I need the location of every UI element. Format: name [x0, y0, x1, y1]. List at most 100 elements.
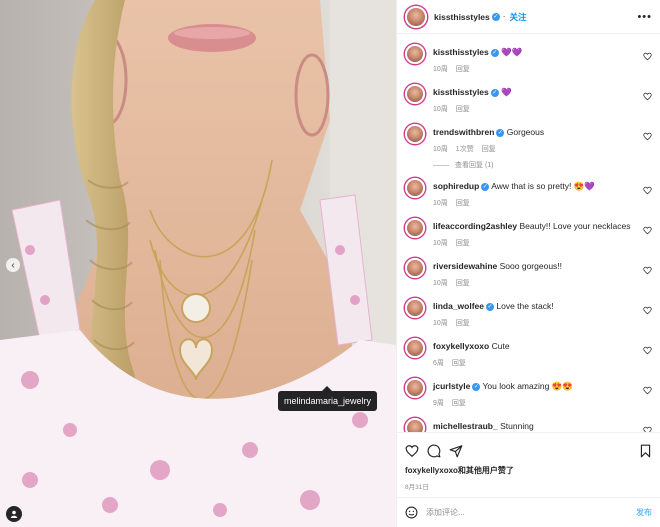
comment-body: kissthisstyles ✓ 💜 10周 回复: [433, 84, 650, 114]
comment-time[interactable]: 9周: [433, 400, 444, 407]
post-actions: foxykellyxoxo和其他用户赞了 8月31日: [397, 432, 660, 497]
bookmark-icon[interactable]: [639, 444, 652, 458]
comment-username[interactable]: michellestraub_: [433, 421, 498, 431]
reply-button[interactable]: 回复: [456, 66, 470, 73]
comment-text: Love the stack!: [496, 301, 554, 311]
comment-text: 💜💜: [501, 47, 523, 57]
comment-username[interactable]: linda_wolfee: [433, 301, 484, 311]
post-comment-button[interactable]: 发布: [636, 507, 652, 518]
comment-username[interactable]: kissthisstyles: [433, 87, 489, 97]
comment-text: Aww that is so pretty! 😍💜: [491, 181, 595, 191]
comment-like-heart-icon[interactable]: [643, 132, 652, 141]
comment-text: Gorgeous: [506, 127, 545, 137]
comment-like-heart-icon[interactable]: [643, 186, 652, 195]
emoji-icon[interactable]: [405, 506, 418, 519]
verified-badge-icon: ✓: [496, 128, 505, 137]
verified-badge-icon: ✓: [490, 48, 499, 57]
comment-text: Stunning: [500, 421, 534, 431]
comment-time[interactable]: 10周: [433, 240, 448, 247]
comment-like-heart-icon[interactable]: [643, 52, 652, 61]
commenter-avatar[interactable]: [405, 378, 425, 398]
more-options-button[interactable]: •••: [637, 11, 652, 23]
comment-item: foxykellyxoxo Cute 6周 回复: [397, 334, 660, 374]
comment-like-heart-icon[interactable]: [643, 92, 652, 101]
comment-like-heart-icon[interactable]: [643, 426, 652, 432]
user-tags-button[interactable]: [6, 506, 22, 522]
reply-button[interactable]: 回复: [456, 106, 470, 113]
comment-item: michellestraub_ Stunning9周回复: [397, 414, 660, 432]
comment-time[interactable]: 10周: [433, 146, 448, 153]
reply-button[interactable]: 回复: [452, 400, 466, 407]
comment-username[interactable]: foxykellyxoxo: [433, 341, 489, 351]
comment-body: riversidewahine Sooo gorgeous!! 10周 回复: [433, 258, 650, 288]
comment-body: kissthisstyles ✓ 💜💜 10周 回复: [433, 44, 650, 74]
follow-button[interactable]: 关注: [509, 11, 526, 23]
view-replies-button[interactable]: 查看回复 (1): [397, 160, 660, 174]
comment-username[interactable]: riversidewahine: [433, 261, 497, 271]
commenter-avatar[interactable]: [405, 338, 425, 358]
comment-body: linda_wolfee ✓ Love the stack! 10周 回复: [433, 298, 650, 328]
comments-list: kissthisstyles ✓ 💜💜 10周 回复 kissthisstyles ✓ 💜…: [397, 34, 660, 432]
comment-username[interactable]: trendswithbren: [433, 127, 494, 137]
commenter-avatar[interactable]: [405, 124, 425, 144]
comment-username[interactable]: kissthisstyles: [433, 47, 489, 57]
verified-badge-icon: ✓: [486, 302, 495, 311]
heart-icon[interactable]: [405, 444, 419, 458]
post-header: kissthisstyles ✓ · 关注 •••: [397, 0, 660, 34]
comment-like-heart-icon[interactable]: [643, 386, 652, 395]
comment-time[interactable]: 6周: [433, 360, 444, 367]
comment-body: foxykellyxoxo Cute 6周 回复: [433, 338, 650, 368]
view-replies-label: 查看回复 (1): [455, 162, 494, 169]
comment-text: Beauty!! Love your necklaces: [519, 221, 631, 231]
reply-button[interactable]: 回复: [482, 146, 496, 153]
commenter-avatar[interactable]: [405, 84, 425, 104]
comment-likes[interactable]: 1次赞: [456, 146, 474, 153]
comment-item: kissthisstyles ✓ 💜💜 10周 回复: [397, 40, 660, 80]
comment-time[interactable]: 10周: [433, 66, 448, 73]
liked-by-text[interactable]: foxykellyxoxo和其他用户赞了: [405, 465, 652, 476]
comment-item: linda_wolfee ✓ Love the stack! 10周 回复: [397, 294, 660, 334]
commenter-avatar[interactable]: [405, 418, 425, 432]
comment-body: lifeaccording2ashley Beauty!! Love your …: [433, 218, 650, 248]
comment-text: You look amazing 😍😍: [482, 381, 573, 391]
reply-button[interactable]: 回复: [456, 280, 470, 287]
comment-time[interactable]: 10周: [433, 106, 448, 113]
reply-button[interactable]: 回复: [456, 240, 470, 247]
comment-time[interactable]: 10周: [433, 320, 448, 327]
comment-username[interactable]: lifeaccording2ashley: [433, 221, 517, 231]
reply-button[interactable]: 回复: [452, 360, 466, 367]
comment-icon[interactable]: [427, 444, 441, 458]
comment-text: Sooo gorgeous!!: [499, 261, 563, 271]
separator-dot: ·: [502, 12, 506, 21]
comment-item: trendswithbren ✓ Gorgeous 10周 1次赞 回复: [397, 120, 660, 160]
reply-button[interactable]: 回复: [456, 200, 470, 207]
comment-input[interactable]: [426, 508, 636, 517]
commenter-avatar[interactable]: [405, 44, 425, 64]
carousel-prev-button[interactable]: ‹: [6, 258, 20, 272]
comment-item: riversidewahine Sooo gorgeous!! 10周 回复: [397, 254, 660, 294]
comment-time[interactable]: 10周: [433, 280, 448, 287]
reply-button[interactable]: 回复: [456, 320, 470, 327]
image-user-tag[interactable]: melindamaria_jewelry: [278, 386, 378, 411]
verified-badge-icon: ✓: [472, 382, 481, 391]
comment-username[interactable]: sophiredup: [433, 181, 479, 191]
comment-item: lifeaccording2ashley Beauty!! Love your …: [397, 214, 660, 254]
comment-time[interactable]: 10周: [433, 200, 448, 207]
commenter-avatar[interactable]: [405, 178, 425, 198]
post-modal: ‹ melindamaria_jewelry kissthisstyles ✓ …: [0, 0, 660, 527]
person-icon: [10, 510, 18, 518]
photo-illustration: [0, 0, 396, 527]
comment-like-heart-icon[interactable]: [643, 266, 652, 275]
verified-badge-icon: ✓: [481, 182, 490, 191]
commenter-avatar[interactable]: [405, 258, 425, 278]
comment-username[interactable]: jcurlstyle: [433, 381, 470, 391]
comment-like-heart-icon[interactable]: [643, 306, 652, 315]
commenter-avatar[interactable]: [405, 218, 425, 238]
share-icon[interactable]: [449, 444, 463, 458]
comment-like-heart-icon[interactable]: [643, 226, 652, 235]
author-avatar[interactable]: [405, 5, 427, 28]
post-photo[interactable]: ‹ melindamaria_jewelry: [0, 0, 396, 527]
author-username[interactable]: kissthisstyles: [434, 12, 490, 22]
comment-like-heart-icon[interactable]: [643, 346, 652, 355]
commenter-avatar[interactable]: [405, 298, 425, 318]
